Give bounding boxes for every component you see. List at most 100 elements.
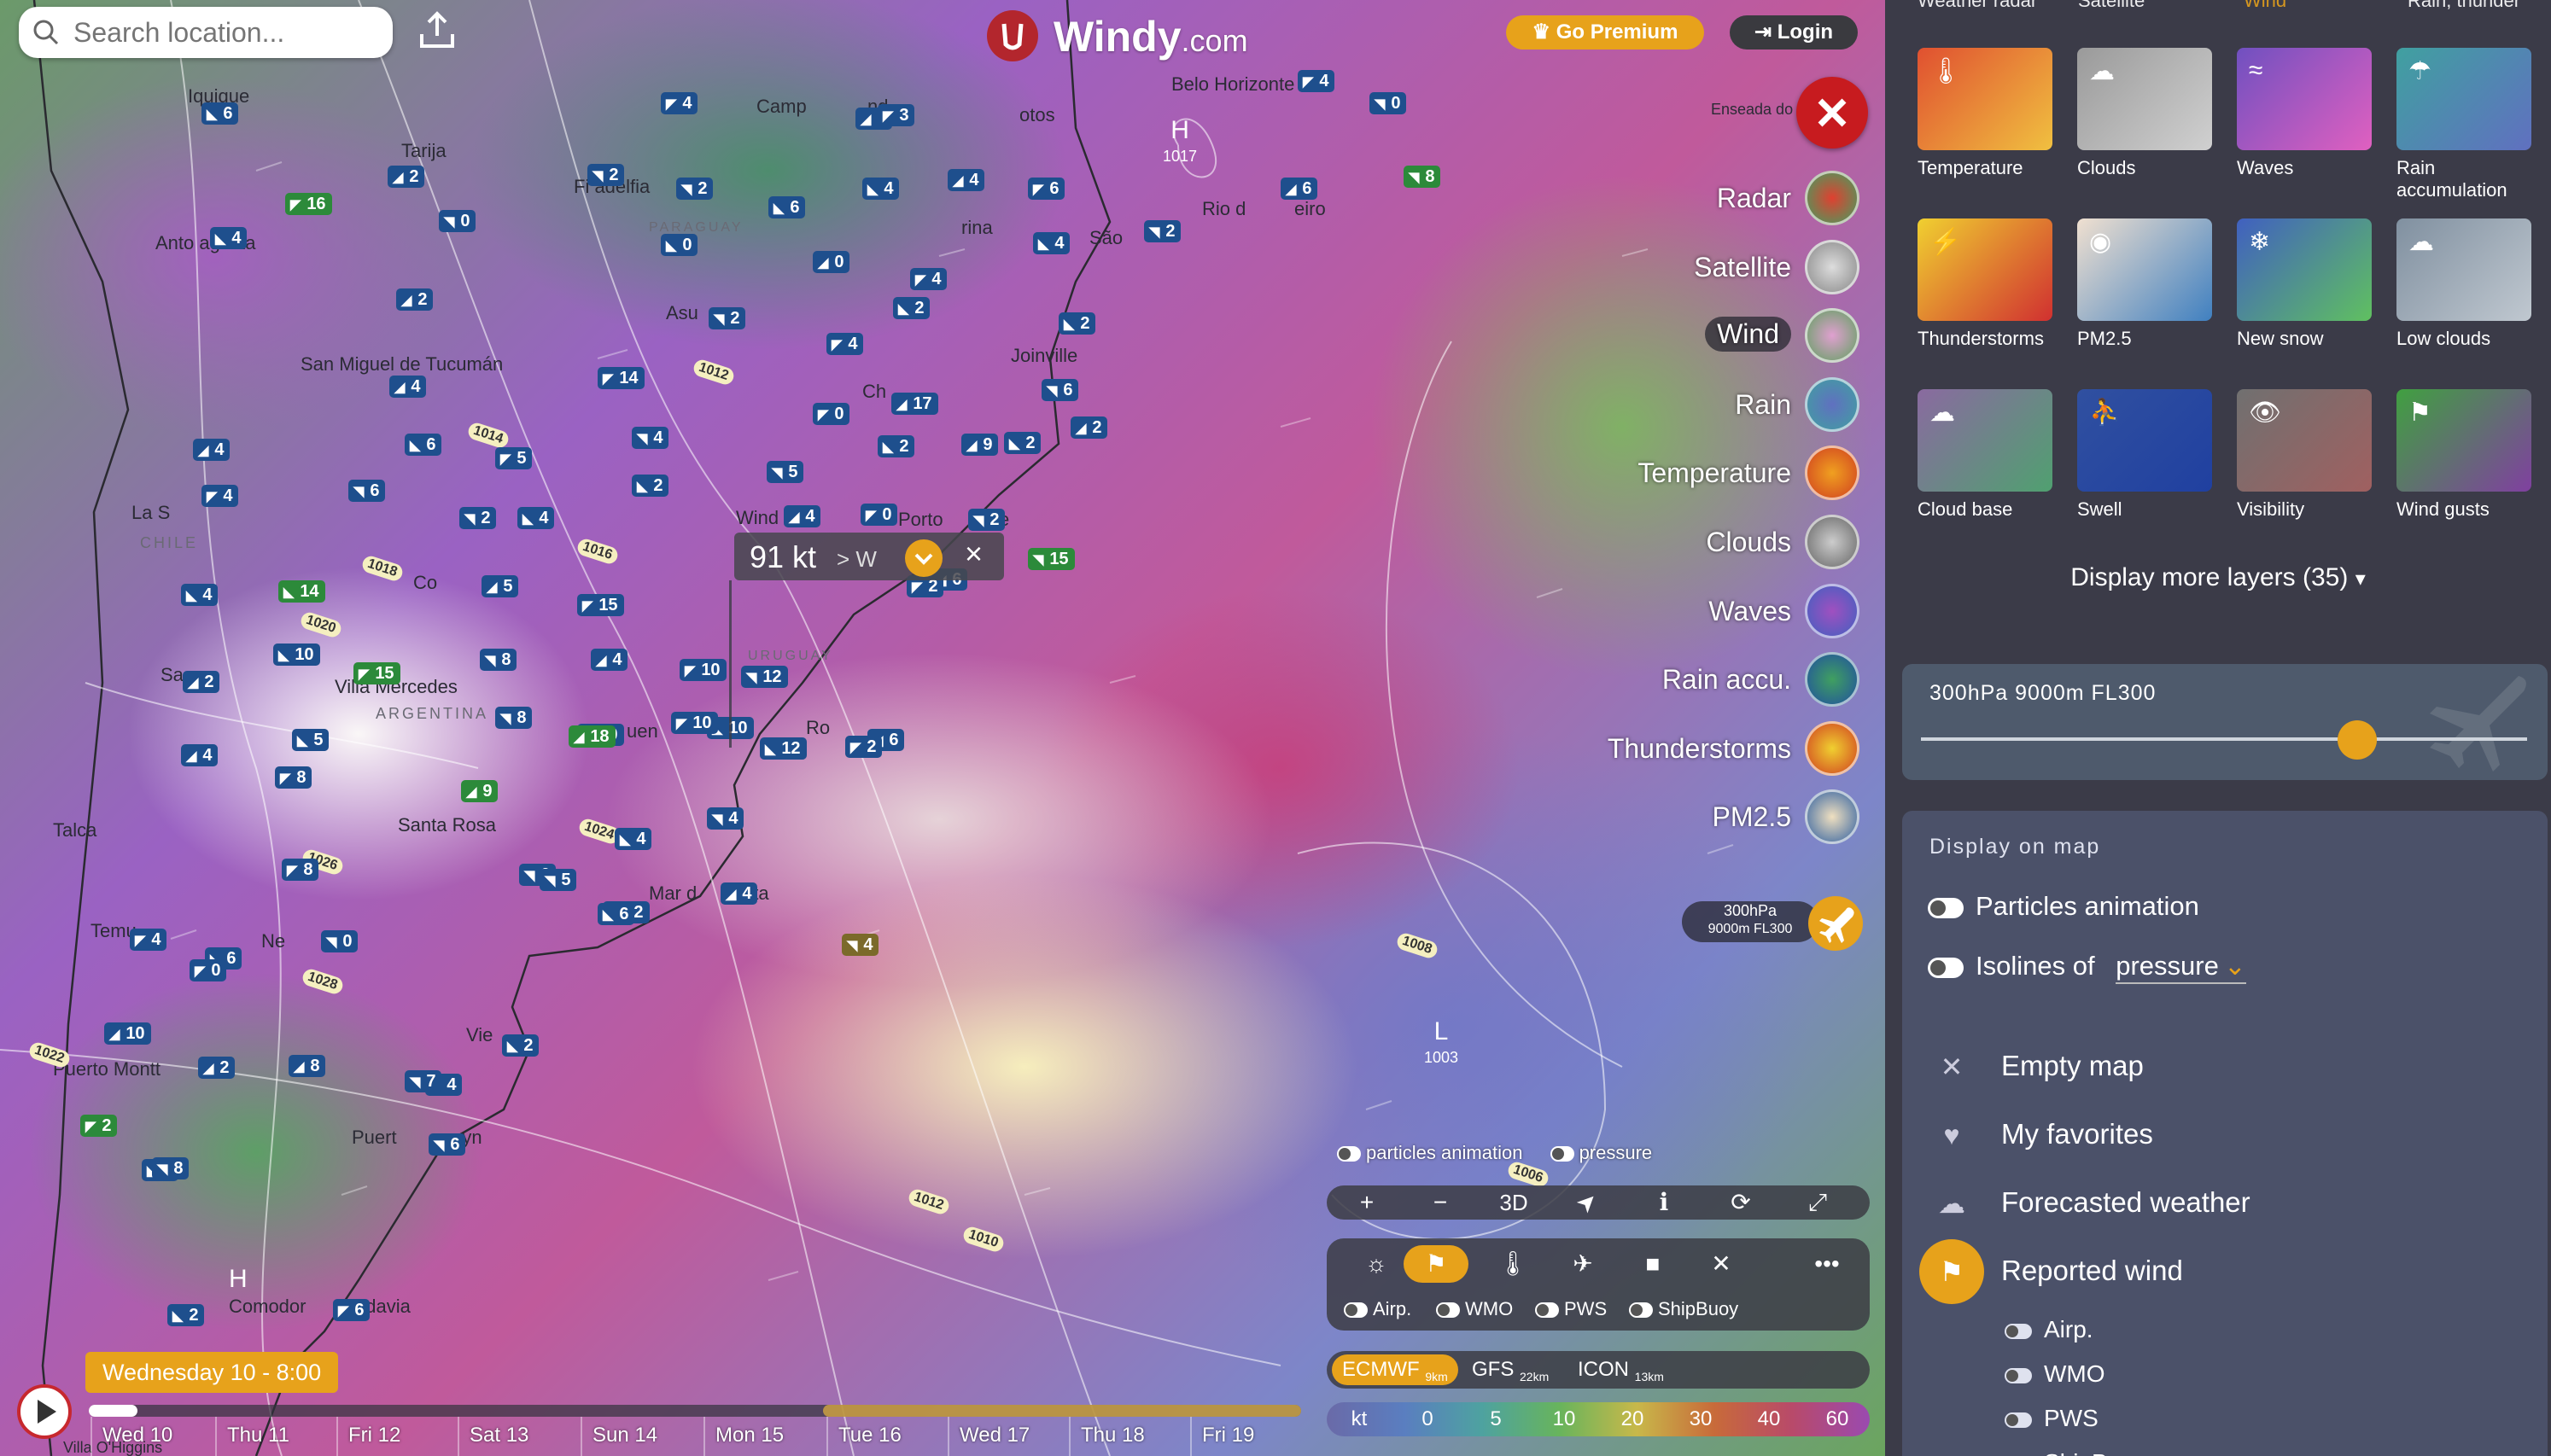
obs-toggle-pws[interactable]: PWS bbox=[1535, 1298, 1607, 1320]
wind-barb[interactable]: ◢ 4 bbox=[784, 505, 821, 527]
wind-barb[interactable]: ◢ 4 bbox=[193, 439, 231, 461]
wind-barb[interactable]: ◣ 5 bbox=[292, 729, 330, 751]
wind-barb[interactable]: ◢ 8 bbox=[289, 1055, 326, 1077]
wind-barb[interactable]: ◤4 bbox=[1298, 70, 1335, 92]
layer-option-waves[interactable]: Waves bbox=[1433, 583, 1859, 638]
wind-barb[interactable]: ◤ 8 bbox=[275, 766, 312, 789]
wind-barb[interactable]: ◥0 bbox=[321, 930, 359, 952]
wind-barb[interactable]: ◣ 4 bbox=[210, 227, 248, 249]
timeline-progress[interactable] bbox=[89, 1405, 137, 1417]
wind-barb[interactable]: ◢ 4 bbox=[181, 744, 219, 766]
wind-barb[interactable]: ◥ 8 bbox=[152, 1157, 190, 1179]
layer-tile[interactable]: ◉ PM2.5 bbox=[2077, 218, 2214, 350]
wind-barb[interactable]: ◥ 6 bbox=[1042, 379, 1079, 401]
wind-barb[interactable]: ◢0 bbox=[813, 251, 850, 273]
menu-reported-wind[interactable]: ⚑ Reported wind bbox=[1919, 1239, 2524, 1304]
menu-my-favorites[interactable]: ♥ My favorites bbox=[1926, 1109, 2524, 1161]
sub-toggle-shipbuoy[interactable]: ShipBuoy bbox=[2005, 1449, 2146, 1456]
wind-barb[interactable]: ◥ 2 bbox=[459, 507, 497, 529]
wind-barb[interactable]: ◤ 2 bbox=[845, 736, 883, 758]
layer-tile[interactable]: 🌡 Temperature bbox=[1918, 48, 2054, 179]
wind-barb[interactable]: ◣ 2 bbox=[502, 1034, 540, 1057]
search-box[interactable] bbox=[19, 7, 393, 58]
color-scale[interactable]: kt 0 5 10 20 30 40 60 bbox=[1327, 1402, 1870, 1436]
wind-barb[interactable]: ◤ 15 bbox=[577, 594, 624, 616]
close-picker-icon[interactable]: × bbox=[965, 536, 983, 572]
wind-barb[interactable]: ◤ 8 bbox=[282, 859, 319, 881]
obs-toggle-wmo[interactable]: WMO bbox=[1436, 1298, 1513, 1320]
zoom-out-button[interactable]: − bbox=[1410, 1185, 1470, 1220]
weather-icon[interactable]: ☼ bbox=[1344, 1245, 1409, 1283]
wind-barb[interactable]: ◥ 4 bbox=[842, 934, 879, 956]
wind-barb[interactable]: ◥ 15 bbox=[1028, 548, 1075, 570]
wind-barb[interactable]: ◢ 4 bbox=[591, 649, 628, 671]
wind-barb[interactable]: ◥0 bbox=[439, 210, 476, 232]
close-icon[interactable]: ✕ bbox=[1689, 1245, 1754, 1283]
obs-toggle-airp[interactable]: Airp. bbox=[1344, 1298, 1411, 1320]
wind-barb[interactable]: ◣6 bbox=[768, 196, 806, 218]
layer-option-rain[interactable]: Rain bbox=[1433, 376, 1859, 432]
wind-barb[interactable]: ◣ 2 bbox=[1004, 432, 1042, 454]
wind-barb[interactable]: ◣ 2 bbox=[893, 297, 931, 319]
airplane-icon[interactable]: ✈ bbox=[1550, 1245, 1615, 1283]
layer-tile[interactable]: ≈ Waves bbox=[2237, 48, 2373, 179]
play-button[interactable] bbox=[17, 1384, 72, 1439]
wind-barb[interactable]: ◥ 5 bbox=[540, 869, 577, 891]
obs-toggle-shipbuoy[interactable]: ShipBuoy bbox=[1629, 1298, 1738, 1320]
layer-tile[interactable]: ⚑ Wind gusts bbox=[2396, 389, 2533, 521]
wind-barb[interactable]: ◥ 2 bbox=[968, 509, 1006, 531]
wind-barb[interactable]: ◢ 9 bbox=[461, 780, 499, 802]
wind-barb[interactable]: ◥ 4 bbox=[707, 807, 744, 830]
timeline-day[interactable]: Sat 13 bbox=[470, 1424, 528, 1447]
timeline-day[interactable]: Wed 10 bbox=[102, 1424, 172, 1447]
timeline-day[interactable]: Thu 18 bbox=[1081, 1424, 1145, 1447]
layer-option-clouds[interactable]: Clouds bbox=[1433, 515, 1859, 569]
wind-barb[interactable]: ◥ 2 bbox=[587, 164, 625, 186]
wind-barb[interactable]: ◢ 2 bbox=[1071, 416, 1108, 439]
timeline-day[interactable]: Sun 14 bbox=[593, 1424, 657, 1447]
timeline-day[interactable]: Fri 19 bbox=[1202, 1424, 1254, 1447]
wind-barb[interactable]: ◢ 4 bbox=[389, 376, 427, 398]
layer-option-temperature[interactable]: Temperature bbox=[1433, 446, 1859, 501]
wind-barb[interactable]: ◥ 2 bbox=[709, 307, 746, 329]
particles-animation-toggle[interactable]: Particles animation bbox=[1928, 891, 2199, 922]
altitude-button[interactable]: 300hPa 9000m FL300 bbox=[1682, 896, 1863, 951]
pressure-toggle[interactable]: pressure bbox=[1550, 1142, 1652, 1163]
altitude-slider-track[interactable] bbox=[1921, 737, 2527, 741]
layer-tile[interactable]: ☁ Clouds bbox=[2077, 48, 2214, 179]
layer-tile[interactable]: ❄ New snow bbox=[2237, 218, 2373, 350]
wind-barb[interactable]: ◤4 bbox=[826, 333, 864, 355]
wind-barb[interactable]: ◤4 bbox=[910, 268, 948, 290]
isolines-toggle[interactable]: Isolines of pressure ⌄ bbox=[1928, 951, 2246, 984]
search-input[interactable] bbox=[73, 7, 381, 58]
model-gfs[interactable]: GFS 22km bbox=[1462, 1354, 1559, 1385]
wind-barb[interactable]: ◤ 10 bbox=[671, 712, 718, 734]
wind-barb[interactable]: ◥ 7 bbox=[405, 1070, 442, 1092]
wind-barb[interactable]: ◥0 bbox=[1369, 92, 1407, 114]
thermometer-icon[interactable]: 🌡 bbox=[1480, 1245, 1545, 1283]
wind-barb[interactable]: ◣0 bbox=[661, 234, 698, 256]
menu-forecasted-weather[interactable]: ☁ Forecasted weather bbox=[1926, 1178, 2524, 1229]
altitude-slider-handle[interactable] bbox=[2338, 720, 2378, 760]
chevron-down-icon[interactable] bbox=[905, 539, 943, 577]
wind-barb[interactable]: ◢ 9 bbox=[961, 434, 999, 456]
wind-barb[interactable]: ◤ 6 bbox=[1028, 178, 1065, 200]
wind-barb[interactable]: ◤ 15 bbox=[353, 662, 400, 684]
layer-tile[interactable]: ☁ Cloud base bbox=[1918, 389, 2054, 521]
wind-barb[interactable]: ◢ 5 bbox=[482, 575, 519, 597]
wind-barb[interactable]: ◣6 bbox=[201, 102, 239, 125]
map[interactable]: Iquique Tarija Camp nd Belo Horizonte En… bbox=[0, 0, 1885, 1456]
wind-barb[interactable]: ◣ 12 bbox=[760, 737, 807, 760]
timeline-day[interactable]: Fri 12 bbox=[348, 1424, 400, 1447]
wind-barb[interactable]: ◥ 8 bbox=[480, 649, 517, 671]
go-premium-button[interactable]: ♛ Go Premium bbox=[1506, 15, 1704, 50]
layer-option-rain-accumulation[interactable]: Rain accu. bbox=[1433, 652, 1859, 708]
wind-barb[interactable]: ◤ 0 bbox=[813, 403, 850, 425]
wind-barb[interactable]: ◤4 bbox=[201, 485, 239, 507]
timeline-day[interactable]: Wed 17 bbox=[960, 1424, 1030, 1447]
wind-barb[interactable]: ◣6 bbox=[598, 903, 635, 925]
wind-barb[interactable]: ◢ 10 bbox=[104, 1022, 151, 1045]
wind-barb[interactable]: ◢6 bbox=[1281, 178, 1318, 200]
wind-barb[interactable]: ◥ 6 bbox=[348, 480, 386, 502]
wind-barb[interactable]: ◤4 bbox=[130, 929, 167, 951]
